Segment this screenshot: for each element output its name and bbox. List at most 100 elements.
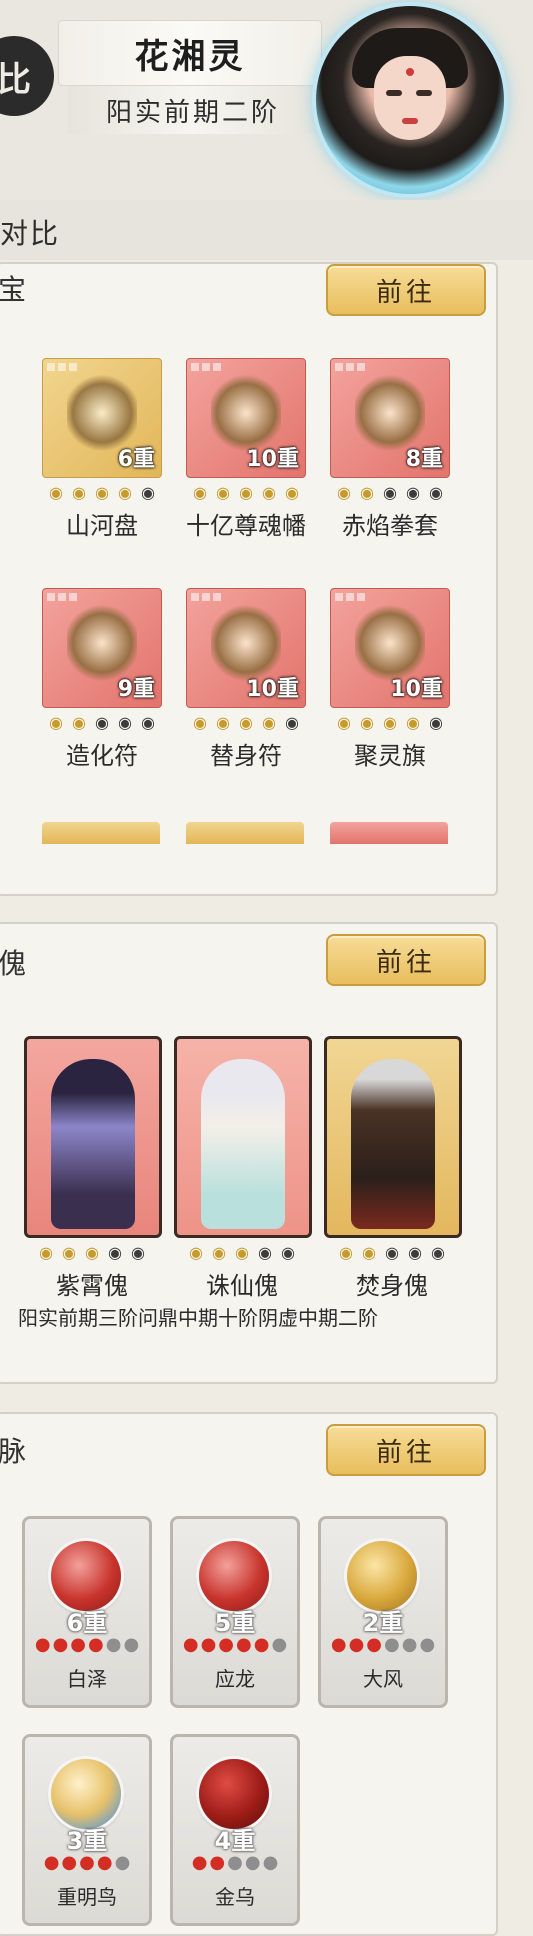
vein-item[interactable]: 6重 ● ● ● ● ● ● 白泽 [22, 1516, 152, 1708]
puppet-item[interactable]: ◉ ◉ ◉ ◉ ◉ 诛仙傀 [174, 1036, 312, 1301]
star-rating: ◉ ◉ ◉ ◉ ◉ [330, 714, 450, 732]
treasure-goto-button[interactable]: 前往 [326, 264, 486, 316]
treasure-panel-title: 宝 [0, 273, 27, 306]
vein-name: 金乌 [215, 1885, 255, 1909]
star-empty-icon: ◉ [429, 713, 443, 732]
treasure-item[interactable]: 6重 ◉ ◉ ◉ ◉ ◉ 山河盘 [42, 358, 162, 541]
treasure-tile: 9重 [42, 588, 162, 708]
star-empty-icon: ◉ [406, 483, 420, 502]
blood-drops: ● ● ● ● ● ● [321, 1635, 445, 1655]
blood-drop-empty-icon: ● [419, 1634, 436, 1655]
blood-drop-filled-icon: ● [236, 1634, 252, 1655]
treasure-tier: 6重 [117, 447, 155, 472]
treasure-item[interactable]: 8重 ◉ ◉ ◉ ◉ ◉ 赤焰拳套 [330, 358, 450, 541]
star-filled-icon: ◉ [39, 1243, 53, 1262]
beast-orb-icon [199, 1759, 269, 1829]
blood-drop-filled-icon: ● [96, 1852, 113, 1873]
vein-item[interactable]: 3重 ● ● ● ● ● 重明鸟 [22, 1734, 152, 1926]
star-filled-icon: ◉ [235, 1243, 249, 1262]
treasure-tier: 9重 [117, 677, 155, 702]
puppet-goto-button[interactable]: 前往 [326, 934, 486, 986]
treasure-tier: 8重 [405, 447, 443, 472]
vein-tier: 4重 [214, 1827, 256, 1855]
blood-drops: ● ● ● ● ● [173, 1853, 297, 1873]
star-filled-icon: ◉ [262, 483, 276, 502]
star-rating: ◉ ◉ ◉ ◉ ◉ [186, 484, 306, 502]
puppet-item[interactable]: ◉ ◉ ◉ ◉ ◉ 紫霄傀 [24, 1036, 162, 1301]
star-filled-icon: ◉ [337, 713, 351, 732]
treasure-name: 山河盘 [66, 512, 138, 540]
treasure-panel: 宝 前往 6重 ◉ ◉ ◉ ◉ ◉ 山河盘 10重 ◉ ◉ ◉ ◉ ◉ 十亿尊魂幡 8重 ◉ ◉ ◉… [0, 262, 498, 896]
vein-name: 重明鸟 [57, 1885, 117, 1909]
blood-drop-empty-icon: ● [105, 1634, 122, 1655]
blood-drop-filled-icon: ● [79, 1852, 95, 1873]
blood-drops: ● ● ● ● ● [25, 1853, 149, 1873]
star-filled-icon: ◉ [72, 713, 86, 732]
treasure-tile-partial[interactable] [186, 822, 304, 844]
blood-drop-empty-icon: ● [114, 1852, 131, 1873]
star-filled-icon: ◉ [360, 483, 374, 502]
star-empty-icon: ◉ [408, 1243, 422, 1262]
star-filled-icon: ◉ [49, 483, 63, 502]
treasure-tier: 10重 [390, 677, 443, 702]
blood-drop-empty-icon: ● [262, 1852, 279, 1873]
puppet-name: 紫霄傀 [56, 1272, 128, 1300]
puppet-card [174, 1036, 312, 1238]
star-empty-icon: ◉ [281, 1243, 295, 1262]
star-filled-icon: ◉ [239, 713, 253, 732]
vein-name: 应龙 [215, 1667, 255, 1691]
star-filled-icon: ◉ [49, 713, 63, 732]
star-empty-icon: ◉ [385, 1243, 399, 1262]
blood-drops: ● ● ● ● ● ● [173, 1635, 297, 1655]
star-rating: ◉ ◉ ◉ ◉ ◉ [42, 484, 162, 502]
star-empty-icon: ◉ [95, 713, 109, 732]
star-filled-icon: ◉ [72, 483, 86, 502]
star-filled-icon: ◉ [216, 713, 230, 732]
star-empty-icon: ◉ [118, 713, 132, 732]
blood-drop-filled-icon: ● [330, 1634, 347, 1655]
section-title: 对比 [0, 217, 61, 250]
vein-panel-title: 脉 [0, 1435, 27, 1468]
character-avatar[interactable] [316, 6, 504, 194]
treasure-name: 十亿尊魂幡 [186, 512, 306, 540]
treasure-item[interactable]: 10重 ◉ ◉ ◉ ◉ ◉ 十亿尊魂幡 [186, 358, 306, 541]
treasure-tile: 6重 [42, 358, 162, 478]
puppet-item[interactable]: ◉ ◉ ◉ ◉ ◉ 焚身傀 [324, 1036, 462, 1301]
star-filled-icon: ◉ [337, 483, 351, 502]
vein-item[interactable]: 5重 ● ● ● ● ● ● 应龙 [170, 1516, 300, 1708]
puppet-card [324, 1036, 462, 1238]
star-filled-icon: ◉ [193, 483, 207, 502]
puppet-realms: 阳实前期三阶问鼎中期十阶阴虚中期二阶 [18, 1306, 378, 1330]
star-filled-icon: ◉ [189, 1243, 203, 1262]
star-filled-icon: ◉ [262, 713, 276, 732]
treasure-item[interactable]: 10重 ◉ ◉ ◉ ◉ ◉ 聚灵旗 [330, 588, 450, 771]
treasure-name: 造化符 [66, 742, 138, 770]
treasure-item[interactable]: 10重 ◉ ◉ ◉ ◉ ◉ 替身符 [186, 588, 306, 771]
blood-drop-empty-icon: ● [401, 1634, 418, 1655]
vein-goto-button[interactable]: 前往 [326, 1424, 486, 1476]
star-empty-icon: ◉ [108, 1243, 122, 1262]
blood-drop-filled-icon: ● [52, 1634, 69, 1655]
blood-drop-filled-icon: ● [200, 1634, 217, 1655]
vein-panel: 脉 前往 6重 ● ● ● ● ● ● 白泽 5重 ● ● ● ● ● ● 应龙 2重 ● ● ● ● ● ●… [0, 1412, 498, 1936]
blood-drop-filled-icon: ● [43, 1852, 60, 1873]
blood-drops: ● ● ● ● ● ● [25, 1635, 149, 1655]
star-filled-icon: ◉ [193, 713, 207, 732]
star-filled-icon: ◉ [118, 483, 132, 502]
vein-item[interactable]: 2重 ● ● ● ● ● ● 大风 [318, 1516, 448, 1708]
treasure-item[interactable]: 9重 ◉ ◉ ◉ ◉ ◉ 造化符 [42, 588, 162, 771]
blood-drop-filled-icon: ● [88, 1634, 104, 1655]
star-rating: ◉ ◉ ◉ ◉ ◉ [330, 484, 450, 502]
treasure-tile-partial[interactable] [330, 822, 448, 844]
star-filled-icon: ◉ [62, 1243, 76, 1262]
star-filled-icon: ◉ [362, 1243, 376, 1262]
treasure-tile-partial[interactable] [42, 822, 160, 844]
vein-item[interactable]: 4重 ● ● ● ● ● 金乌 [170, 1734, 300, 1926]
treasure-tier: 10重 [246, 447, 299, 472]
beast-orb-icon [51, 1541, 121, 1611]
star-filled-icon: ◉ [285, 483, 299, 502]
section-title-bar: 对比 [0, 200, 533, 260]
treasure-tile: 10重 [330, 588, 450, 708]
vein-name: 大风 [363, 1667, 403, 1691]
blood-drop-empty-icon: ● [123, 1634, 140, 1655]
